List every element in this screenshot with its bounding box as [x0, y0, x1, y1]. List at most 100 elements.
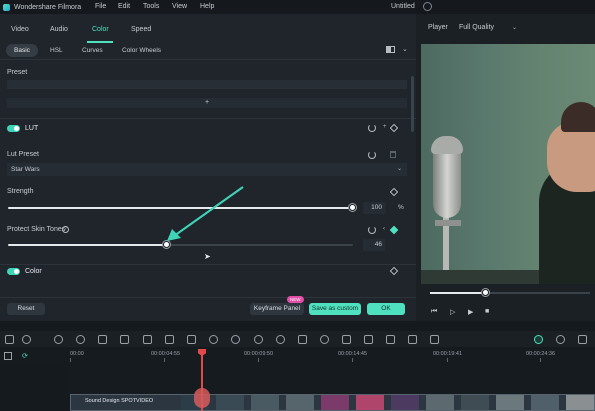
lut-keyframe-icon[interactable]: [389, 123, 399, 133]
chevron-down-icon[interactable]: ⌄: [402, 45, 408, 53]
tick-label: 00:00:24:36: [526, 351, 556, 357]
strength-slider[interactable]: [8, 204, 356, 211]
clip-thumbnail: [356, 395, 384, 410]
menu-tools[interactable]: Tools: [143, 3, 159, 10]
subtab-hsl[interactable]: HSL: [42, 44, 71, 57]
shield-icon[interactable]: [578, 335, 587, 344]
prev-keyframe-icon[interactable]: ‹: [383, 226, 385, 232]
video-preview[interactable]: [421, 44, 595, 284]
tick-label: 00:00:19:41: [433, 351, 463, 357]
play-icon[interactable]: ▶: [468, 308, 473, 316]
zoom-icon[interactable]: [209, 335, 218, 344]
scale-icon[interactable]: [298, 335, 307, 344]
lut-preset-reset-icon[interactable]: [368, 151, 376, 159]
text-icon[interactable]: [187, 335, 196, 344]
save-as-custom-button[interactable]: Save as custom: [309, 303, 361, 315]
strength-slider-knob[interactable]: [349, 204, 356, 211]
playback-scrubber[interactable]: [482, 289, 489, 296]
tick-label: 00:00:04:55: [151, 351, 181, 357]
ok-button[interactable]: OK: [367, 303, 405, 315]
player-panel: Player Full Quality ⌄ ⏮ ▷ ▶ ■: [416, 14, 595, 321]
lut-reset-icon[interactable]: [368, 124, 376, 132]
clip-label: Sound Design SPOTVIDEO: [85, 398, 154, 404]
add-preset-button[interactable]: +: [7, 98, 407, 108]
menu-edit[interactable]: Edit: [118, 3, 130, 10]
playback-progress-bar[interactable]: [430, 289, 590, 296]
chevron-down-icon[interactable]: ⌄: [512, 24, 517, 31]
menu-help[interactable]: Help: [200, 3, 214, 10]
reset-button[interactable]: Reset: [7, 303, 45, 315]
color-keyframe-icon[interactable]: [389, 266, 399, 276]
active-tab-indicator: [87, 41, 113, 43]
protect-skin-tones-slider[interactable]: [8, 241, 353, 248]
menu-view[interactable]: View: [172, 3, 187, 10]
clip-thumbnail: [286, 395, 314, 410]
render-icon[interactable]: [556, 335, 565, 344]
tab-video[interactable]: Video: [11, 22, 29, 38]
divider: [0, 59, 416, 60]
redo-icon[interactable]: [76, 335, 85, 344]
layout-grid-icon[interactable]: [5, 335, 14, 344]
compare-view-icon[interactable]: [386, 46, 395, 53]
color-toggle[interactable]: [7, 268, 20, 275]
clip-thumbnail: [566, 395, 594, 410]
trash-icon[interactable]: [390, 151, 396, 158]
protect-slider-knob[interactable]: [162, 241, 170, 248]
color-panel: Video Audio Color Speed Basic HSL Curves…: [0, 14, 416, 321]
adjust-icon[interactable]: [364, 335, 373, 344]
quality-select[interactable]: Full Quality: [459, 24, 494, 31]
preset-strip[interactable]: [7, 80, 407, 89]
protect-value[interactable]: 46: [363, 239, 385, 251]
keyframe-icon[interactable]: [342, 335, 351, 344]
previous-frame-icon[interactable]: ⏮: [431, 308, 437, 316]
tick-mark: [352, 358, 353, 362]
select-tool-icon[interactable]: [22, 335, 31, 344]
lut-toggle[interactable]: [7, 125, 20, 132]
keyframe-panel-button[interactable]: Keyframe Panel: [250, 303, 304, 315]
help-icon[interactable]: ?: [62, 226, 69, 233]
clip-thumbnail: [391, 395, 419, 410]
video-clip[interactable]: Sound Design SPOTVIDEO: [70, 394, 595, 411]
tab-audio[interactable]: Audio: [50, 22, 68, 38]
crop-icon[interactable]: [143, 335, 152, 344]
subtab-color-wheels[interactable]: Color Wheels: [114, 44, 169, 57]
split-icon[interactable]: [120, 335, 129, 344]
tick-label: 00:00:09:50: [244, 351, 274, 357]
stop-icon[interactable]: ■: [485, 308, 489, 315]
protect-reset-icon[interactable]: [368, 226, 376, 234]
undo-icon[interactable]: [54, 335, 63, 344]
motion-icon[interactable]: [386, 335, 395, 344]
lut-preset-select[interactable]: Star Wars ⌄: [7, 163, 407, 176]
divider: [0, 297, 416, 298]
menu-file[interactable]: File: [95, 3, 106, 10]
cloud-save-icon[interactable]: [423, 2, 432, 11]
tick-label: 00:00: [70, 351, 84, 357]
timer-icon[interactable]: [276, 335, 285, 344]
strength-label: Strength: [7, 188, 34, 195]
tab-speed[interactable]: Speed: [131, 22, 151, 38]
clip-thumbnail: [251, 395, 279, 410]
link-icon[interactable]: ⟳: [22, 352, 28, 360]
delete-icon[interactable]: [98, 335, 107, 344]
add-track-icon[interactable]: [4, 352, 12, 360]
marker-icon[interactable]: [430, 335, 439, 344]
subtab-basic[interactable]: Basic: [6, 44, 38, 57]
speed-icon[interactable]: [254, 335, 263, 344]
protect-keyframe-icon[interactable]: [389, 225, 399, 235]
fit-icon[interactable]: [408, 335, 417, 344]
strength-keyframe-icon[interactable]: [389, 187, 399, 197]
timeline-ruler[interactable]: [0, 349, 595, 363]
panel-scrollbar[interactable]: [411, 76, 414, 132]
ai-icon[interactable]: [534, 335, 543, 344]
color-icon[interactable]: [231, 335, 240, 344]
strength-value[interactable]: 100: [363, 202, 385, 214]
lut-section-title: LUT: [25, 125, 39, 132]
add-keyframe-arrow-icon[interactable]: +: [383, 124, 387, 130]
play-reverse-icon[interactable]: ▷: [450, 308, 455, 316]
audio-icon[interactable]: [320, 335, 329, 344]
clip-thumbnail: [496, 395, 524, 410]
subtab-curves[interactable]: Curves: [74, 44, 111, 57]
chevron-down-icon: ⌄: [396, 166, 402, 172]
transition-icon[interactable]: [165, 335, 174, 344]
tab-color[interactable]: Color: [92, 22, 109, 38]
